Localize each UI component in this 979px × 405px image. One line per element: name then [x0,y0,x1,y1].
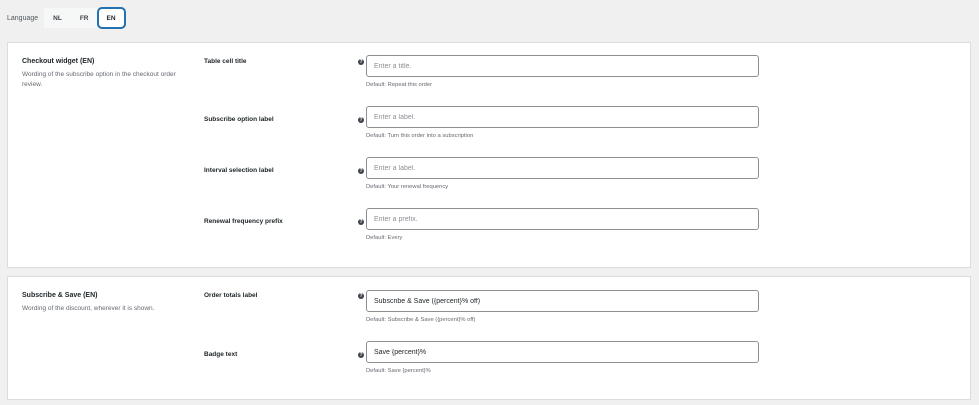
language-bar: Language NL FR EN [7,7,125,29]
help-icon[interactable]: ? [358,293,364,299]
field-hint: Default: Your renewal frequency [366,184,449,190]
field-hint: Default: Save {percent}% [366,368,431,374]
section-title: Subscribe & Save (EN) [22,292,98,299]
section-title: Checkout widget (EN) [22,58,95,65]
table-cell-title-input[interactable] [366,55,759,77]
field-hint: Default: Subscribe & Save ({percent}% of… [366,317,476,323]
order-totals-label-input[interactable] [366,290,759,312]
field-hint: Default: Every [366,235,403,241]
renewal-frequency-prefix-input[interactable] [366,208,759,230]
help-icon[interactable]: ? [358,168,364,174]
subscribe-option-label-input[interactable] [366,106,759,128]
field-label-subscribe-option: Subscribe option label [204,116,274,123]
help-icon[interactable]: ? [358,219,364,225]
language-option-fr[interactable]: FR [70,8,98,28]
help-icon[interactable]: ? [358,352,364,358]
field-label-badge-text: Badge text [204,351,238,358]
language-option-en[interactable]: EN [97,8,125,28]
field-label-order-totals: Order totals label [204,292,258,299]
badge-text-input[interactable] [366,341,759,363]
subscribe-save-section: Subscribe & Save (EN) Wording of the dis… [7,276,971,400]
language-label: Language [7,14,39,22]
section-description: Wording of the subscribe option in the c… [22,71,176,88]
field-label-table-cell-title: Table cell title [204,58,247,65]
field-label-renewal-prefix: Renewal frequency prefix [204,218,283,225]
language-switcher: NL FR EN [44,7,125,29]
field-hint: Default: Turn this order into a subscrip… [366,133,474,139]
help-icon[interactable]: ? [358,117,364,123]
language-option-nl[interactable]: NL [44,8,71,28]
interval-selection-label-input[interactable] [366,157,759,179]
checkout-widget-section: Checkout widget (EN) Wording of the subs… [7,42,971,268]
help-icon[interactable]: ? [358,59,364,65]
section-description: Wording of the discount, wherever it is … [22,305,155,312]
field-hint: Default: Repeat this order [366,82,433,88]
field-label-interval-selection: Interval selection label [204,167,274,174]
